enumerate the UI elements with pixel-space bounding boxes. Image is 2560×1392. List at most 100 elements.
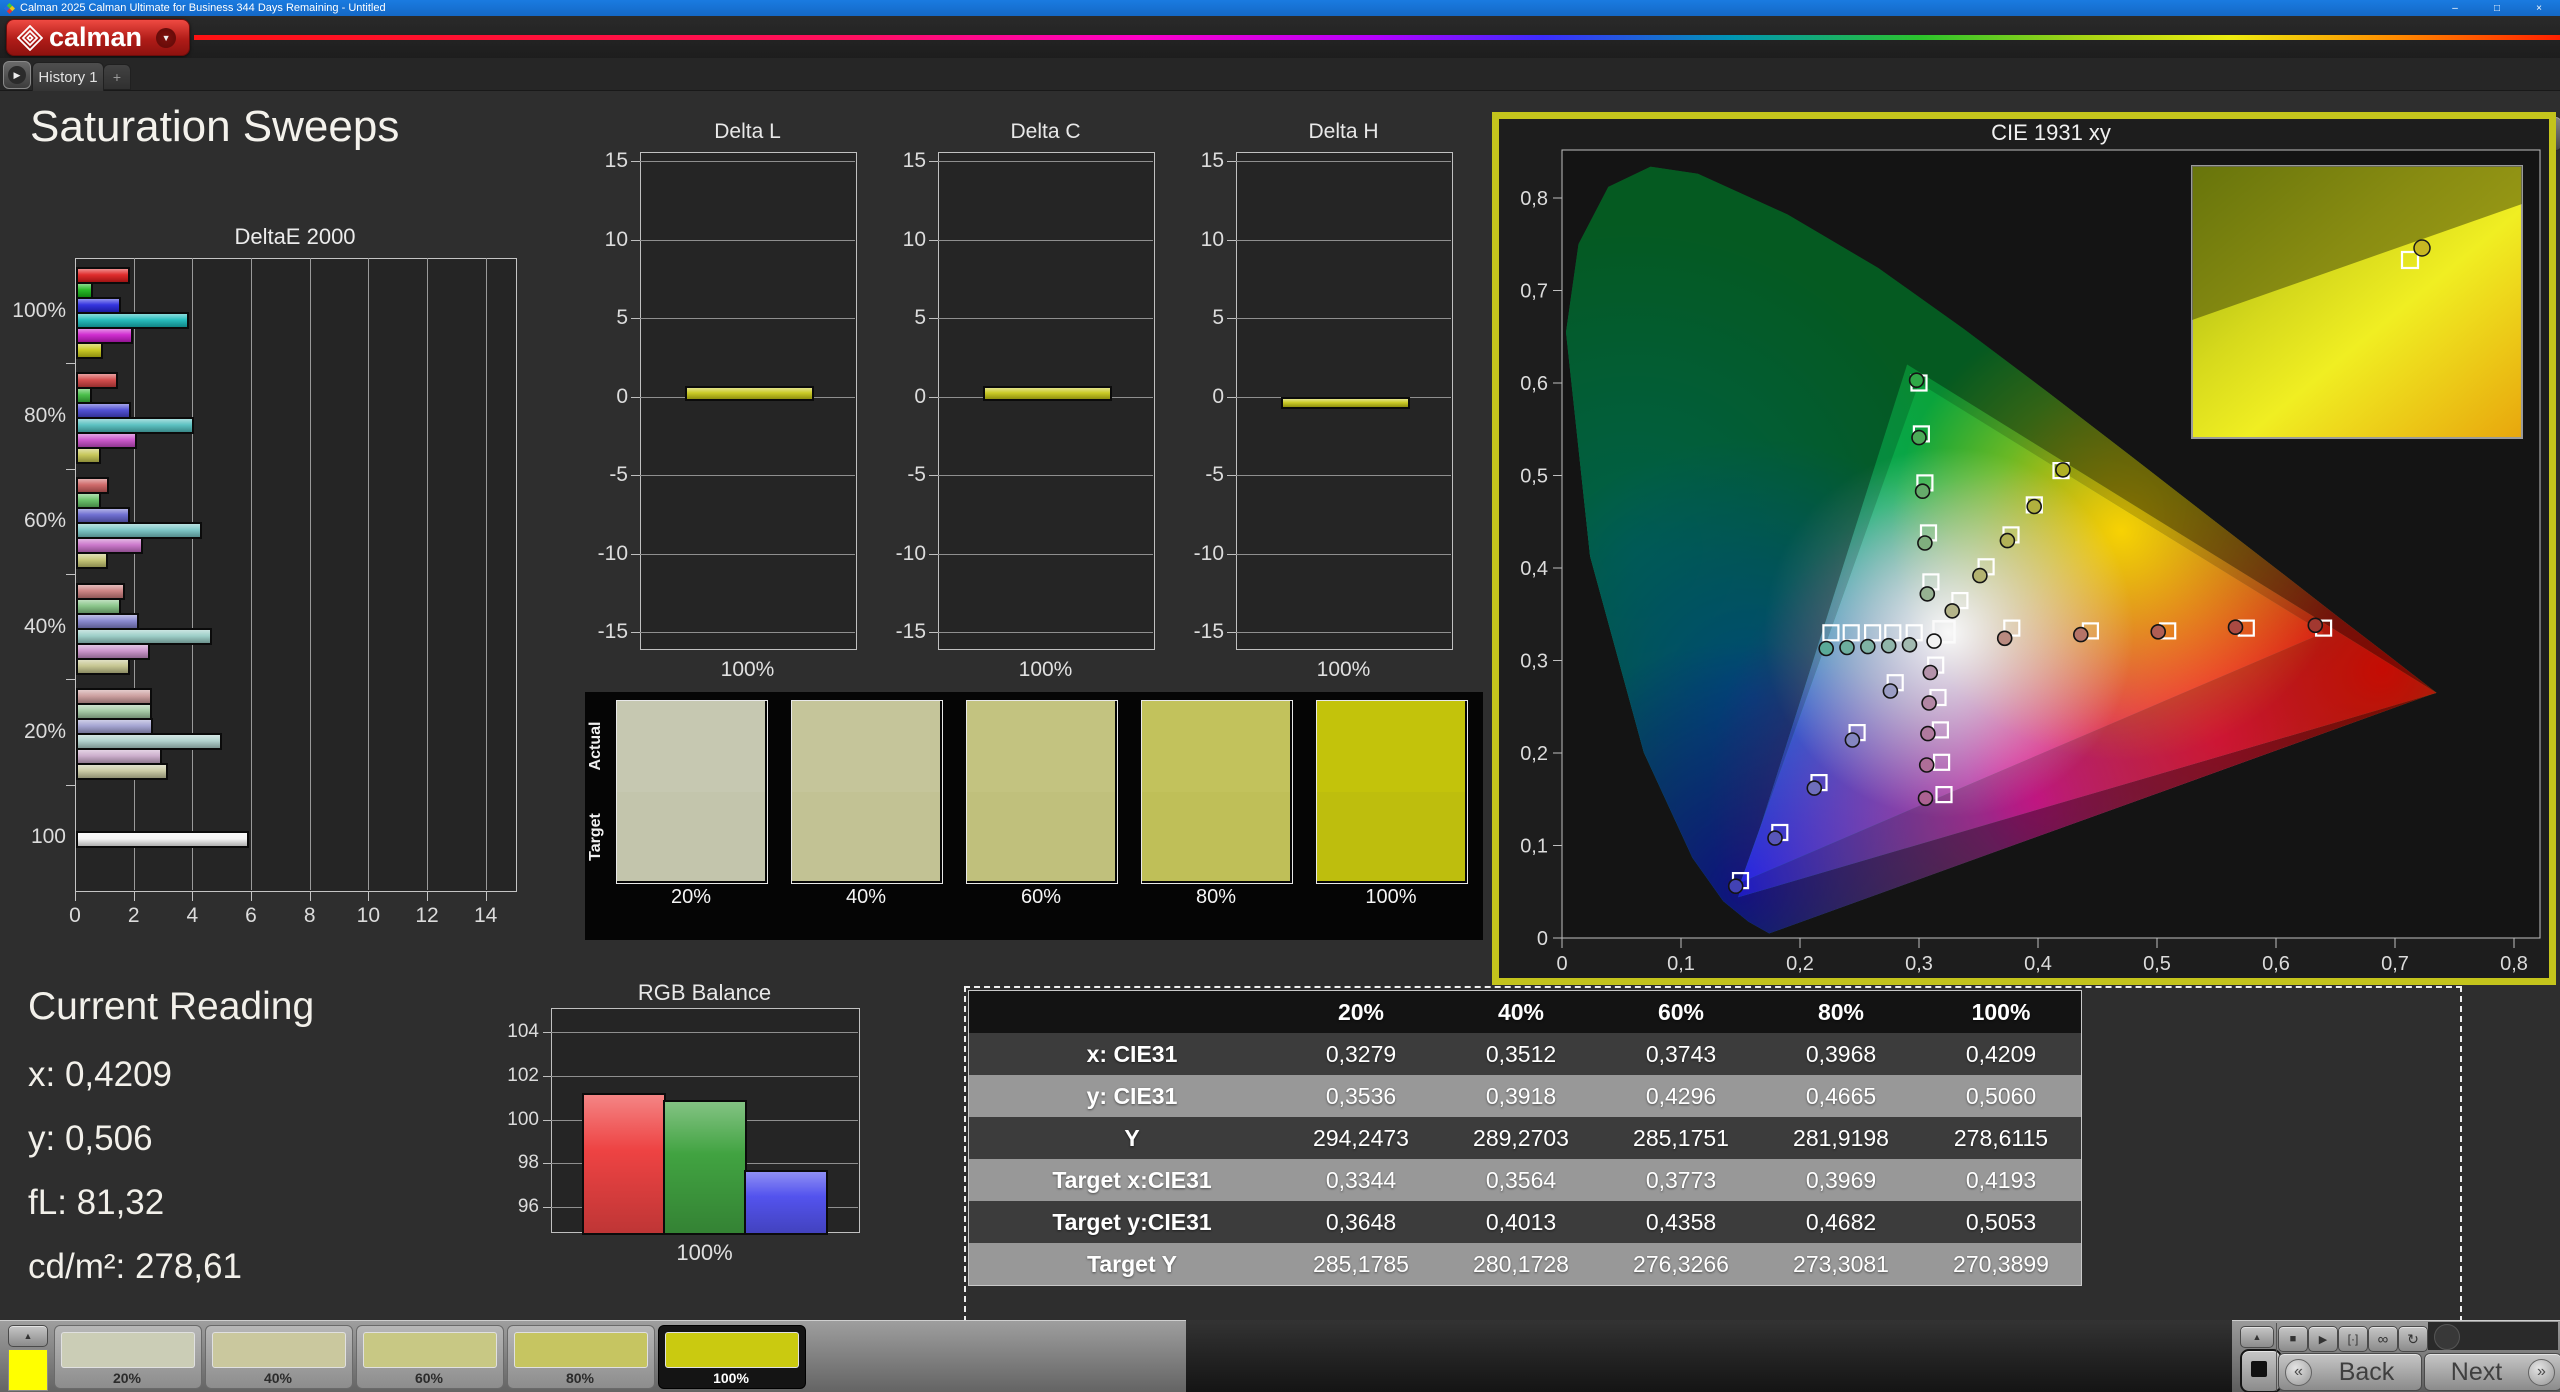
play-button[interactable]: ▶: [2308, 1326, 2338, 1352]
rgb-balance-title: RGB Balance: [551, 980, 858, 1006]
continuous-measure-button[interactable]: ∞: [2368, 1326, 2398, 1352]
tick: [251, 891, 252, 901]
tick: [543, 1163, 551, 1164]
cie-measured-point: [1807, 781, 1821, 795]
swatch-column-label: 40%: [791, 886, 941, 909]
actual-swatch: [967, 701, 1115, 792]
svg-text:0: 0: [1537, 928, 1548, 950]
pattern-button-20%[interactable]: 20%: [54, 1325, 202, 1389]
y-tick-label: 5: [584, 306, 628, 330]
swatch-column-label: 100%: [1316, 886, 1466, 909]
workflow-run-button[interactable]: ▶: [3, 61, 31, 89]
deltae-bar: [76, 447, 101, 464]
table-header-cell: 20%: [1281, 991, 1441, 1033]
tick: [929, 318, 938, 319]
cie-measured-point: [2151, 625, 2165, 639]
tab-history-1[interactable]: History 1: [32, 62, 104, 91]
current-reading-item: x: 0,4209: [28, 1055, 314, 1095]
calman-menu-button[interactable]: calman ▼: [6, 19, 190, 56]
stop-button[interactable]: ■: [2278, 1326, 2308, 1352]
maximize-icon[interactable]: □: [2476, 0, 2518, 16]
cie-1931-chart[interactable]: CIE 1931 xy 00,10,20,30,40,50,60,70,800,…: [1492, 112, 2556, 985]
table-row-label: y: CIE31: [969, 1075, 1281, 1117]
tick: [631, 397, 640, 398]
cie-measured-point: [1729, 879, 1743, 893]
delta-l-title: Delta L: [640, 120, 855, 144]
window-titlebar: Calman 2025 Calman Ultimate for Business…: [0, 0, 2560, 16]
x-tick-label: 12: [405, 904, 449, 928]
pattern-button-100%[interactable]: 100%: [658, 1325, 806, 1389]
tick: [1227, 240, 1236, 241]
cie-measured-point: [1882, 639, 1896, 653]
table-cell: 0,5060: [1921, 1075, 2081, 1117]
tick: [1227, 554, 1236, 555]
calman-diamond-icon: [17, 25, 43, 51]
transport-up-button[interactable]: ▲: [2240, 1326, 2274, 1348]
svg-text:0,7: 0,7: [1520, 281, 1548, 303]
deltae-chart[interactable]: [75, 258, 517, 892]
tick: [543, 1120, 551, 1121]
tick: [1227, 161, 1236, 162]
meter-knob[interactable]: [2434, 1324, 2460, 1350]
actual-swatch: [792, 701, 940, 792]
y-tick-label: 102: [499, 1065, 539, 1087]
tick: [631, 318, 640, 319]
tick: [486, 891, 487, 901]
y-tick-label: 0: [1180, 385, 1224, 409]
saturation-data-table[interactable]: 20%40%60%80%100%x: CIE310,32790,35120,37…: [968, 990, 2082, 1286]
pattern-button-label: 20%: [55, 1370, 199, 1386]
tick: [66, 679, 75, 680]
deltae-group-label: 60%: [0, 469, 66, 574]
cie-measured-point: [2027, 500, 2041, 514]
page-title: Saturation Sweeps: [30, 102, 399, 152]
calman-app-window: Calman 2025 Calman Ultimate for Business…: [0, 0, 2560, 1392]
cie-measured-point: [2056, 463, 2070, 477]
swatch-column-80%: [1141, 700, 1293, 884]
pattern-button-80%[interactable]: 80%: [507, 1325, 655, 1389]
table-cell: 294,2473: [1281, 1117, 1441, 1159]
delta-l-chart[interactable]: [640, 152, 857, 650]
swatch-column-100%: [1316, 700, 1468, 884]
tab-add-button[interactable]: +: [103, 64, 131, 90]
table-cell: 0,3536: [1281, 1075, 1441, 1117]
delta-c-chart[interactable]: [938, 152, 1155, 650]
actual-swatch: [1317, 701, 1465, 792]
refresh-button[interactable]: ↻: [2398, 1326, 2428, 1352]
back-button[interactable]: «Back: [2278, 1353, 2422, 1391]
deltae-bar: [76, 763, 168, 780]
current-reading-item: fL: 81,32: [28, 1183, 314, 1223]
y-tick-label: 0: [882, 385, 926, 409]
table-cell: 0,3969: [1761, 1159, 1921, 1201]
gridline: [310, 258, 311, 890]
next-button[interactable]: Next»: [2424, 1353, 2560, 1391]
x-tick-label: 6: [229, 904, 273, 928]
pattern-button-60%[interactable]: 60%: [356, 1325, 504, 1389]
y-tick-label: -15: [1180, 620, 1224, 644]
pattern-up-button[interactable]: ▲: [8, 1325, 48, 1347]
swatch-column-20%: [616, 700, 768, 884]
pattern-button-label: 100%: [659, 1370, 803, 1386]
x-tick-label: 2: [112, 904, 156, 928]
table-cell: 285,1751: [1601, 1117, 1761, 1159]
gridline: [1236, 554, 1451, 555]
cie-measured-point: [1912, 431, 1926, 445]
cie-1931-panel[interactable]: CIE 1931 xy 00,10,20,30,40,50,60,70,800,…: [1492, 112, 2556, 985]
current-reading-item: y: 0,506: [28, 1119, 314, 1159]
rainbow-gradient-line: [194, 35, 2560, 40]
gridline: [551, 1032, 858, 1033]
y-tick-label: 15: [882, 149, 926, 173]
gridline: [134, 258, 135, 890]
table-header-cell: [969, 991, 1281, 1033]
gridline: [640, 240, 855, 241]
gridline: [1236, 475, 1451, 476]
play-icon: ▶: [8, 66, 26, 84]
table-cell: 278,6115: [1921, 1117, 2081, 1159]
minimize-icon[interactable]: –: [2434, 0, 2476, 16]
window-title: Calman 2025 Calman Ultimate for Business…: [20, 2, 386, 14]
pattern-button-40%[interactable]: 40%: [205, 1325, 353, 1389]
table-row-label: Y: [969, 1117, 1281, 1159]
close-icon[interactable]: ×: [2518, 0, 2560, 16]
single-measure-button[interactable]: [·]: [2338, 1326, 2368, 1352]
table-cell: 0,3512: [1441, 1033, 1601, 1075]
svg-text:0,3: 0,3: [1520, 651, 1548, 673]
